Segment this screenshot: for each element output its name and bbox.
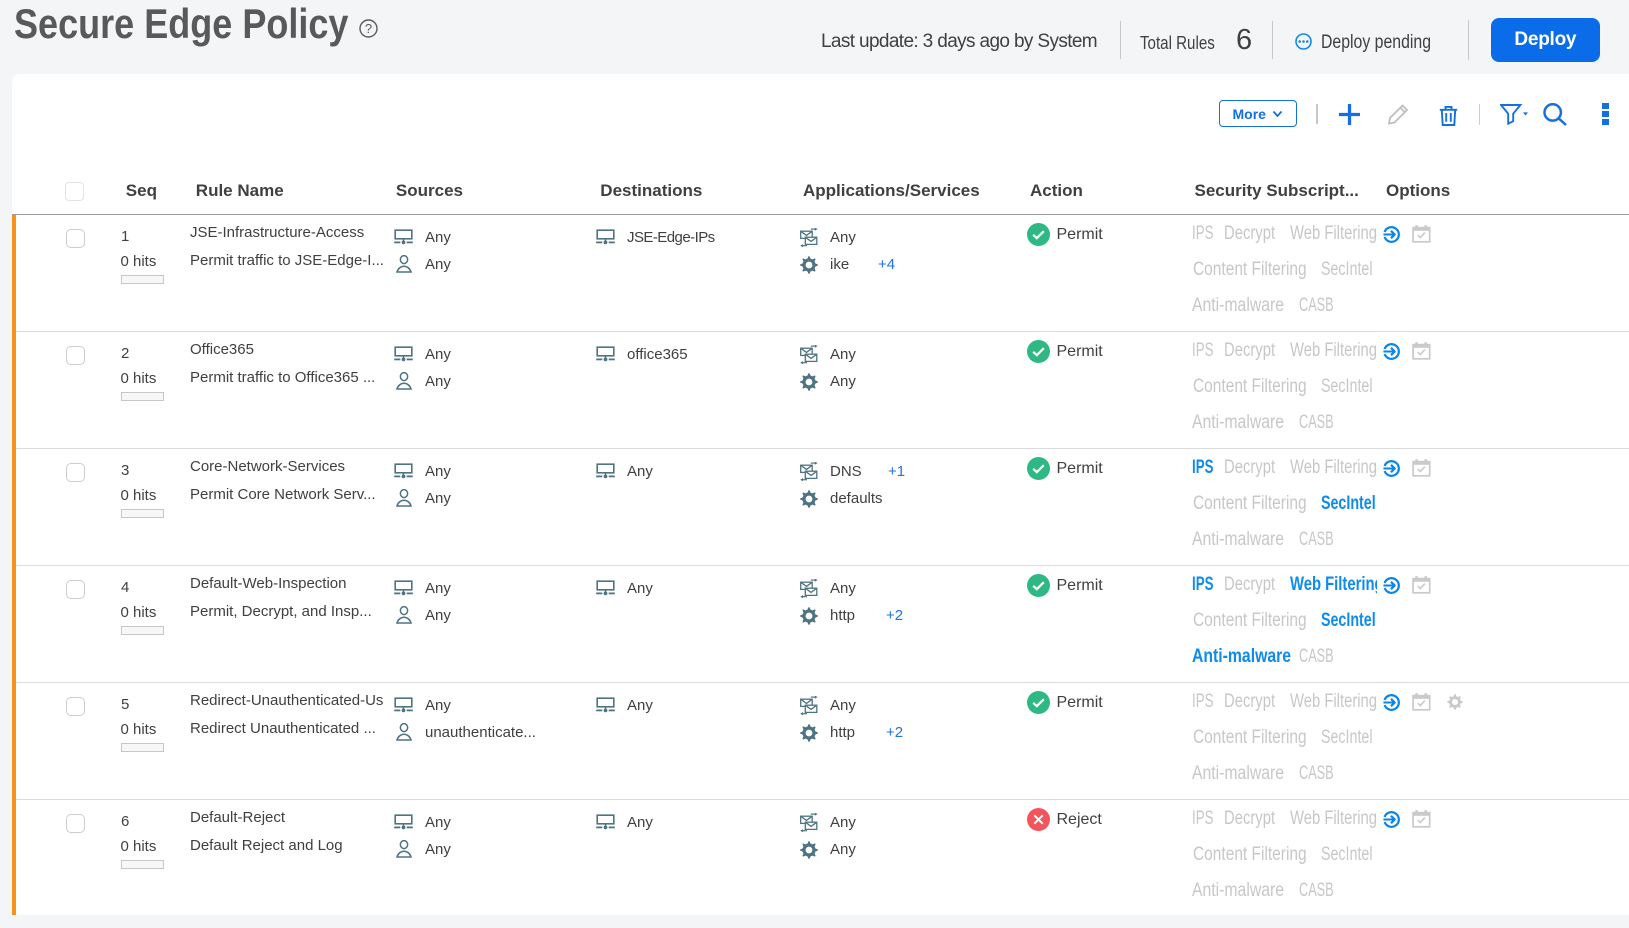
svg-text:?: ? xyxy=(365,21,372,36)
